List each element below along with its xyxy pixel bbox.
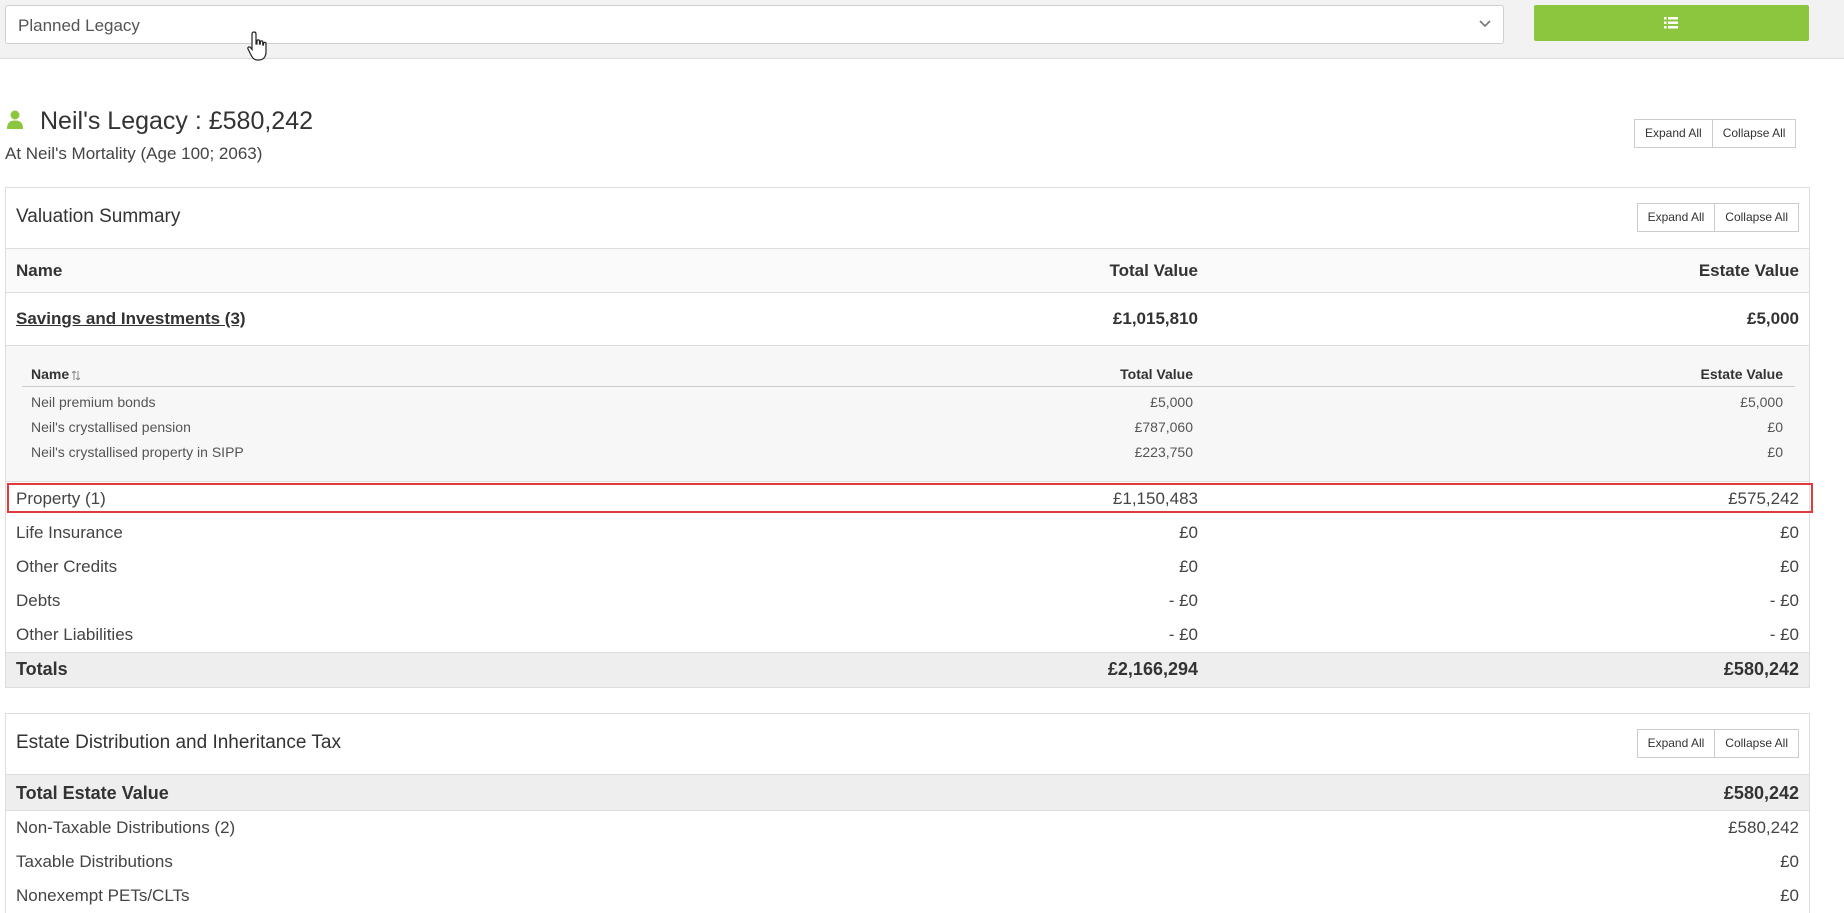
valuation-summary-panel: Valuation Summary Expand All Collapse Al… — [5, 187, 1810, 688]
nonexempt-pets-clts-row: Nonexempt PETs/CLTs £0 — [6, 879, 1809, 913]
expand-all-button[interactable]: Expand All — [1636, 729, 1716, 758]
sub-row-estate: £5,000 — [1740, 394, 1783, 410]
total-estate-value-label: Total Estate Value — [16, 783, 169, 803]
table-row: Neil premium bonds £5,000 £5,000 — [22, 394, 1795, 419]
row-name: Non-Taxable Distributions (2) — [16, 818, 236, 837]
sub-col-name-label: Name — [31, 366, 70, 382]
totals-label: Totals — [16, 659, 68, 679]
row-name: Nonexempt PETs/CLTs — [16, 886, 190, 905]
row-name: Property (1) — [16, 489, 106, 508]
row-total: - £0 — [1168, 625, 1198, 644]
sub-col-name[interactable]: Name — [31, 366, 81, 382]
sub-row-name: Neil's crystallised property in SIPP — [31, 444, 244, 460]
row-value: £580,242 — [1728, 818, 1799, 837]
valuation-summary-title: Valuation Summary — [16, 206, 181, 227]
total-estate-value-row: Total Estate Value £580,242 — [6, 775, 1809, 811]
list-menu-button[interactable] — [1534, 5, 1809, 41]
row-name: Debts — [16, 591, 61, 610]
row-value: £0 — [1780, 852, 1799, 871]
page-subtitle: At Neil's Mortality (Age 100; 2063) — [5, 144, 263, 163]
sub-row-estate: £0 — [1767, 419, 1783, 435]
sub-row-total: £223,750 — [1134, 444, 1193, 460]
table-row: Neil's crystallised pension £787,060 £0 — [22, 419, 1795, 444]
scenario-select[interactable]: Planned Legacy — [5, 5, 1504, 44]
estate-distribution-header: Estate Distribution and Inheritance Tax … — [6, 714, 1809, 775]
other-liabilities-row: Other Liabilities - £0 - £0 — [6, 618, 1809, 652]
row-value: £0 — [1780, 886, 1799, 905]
row-total: £0 — [1179, 557, 1198, 576]
valuation-summary-header: Valuation Summary Expand All Collapse Al… — [6, 188, 1809, 249]
top-bar: Planned Legacy — [0, 0, 1844, 59]
life-insurance-row: Life Insurance £0 £0 — [6, 516, 1809, 550]
sub-row-name: Neil's crystallised pension — [31, 419, 191, 435]
row-estate: £0 — [1780, 557, 1799, 576]
estate-distribution-panel: Estate Distribution and Inheritance Tax … — [5, 713, 1810, 913]
col-total-value: Total Value — [1109, 261, 1199, 280]
non-taxable-distributions-row[interactable]: Non-Taxable Distributions (2) £580,242 — [6, 811, 1809, 845]
estate-distribution-title: Estate Distribution and Inheritance Tax — [16, 732, 341, 753]
sub-row-estate: £0 — [1767, 444, 1783, 460]
sub-row-name: Neil premium bonds — [31, 394, 156, 410]
collapse-all-button[interactable]: Collapse All — [1712, 119, 1797, 148]
sub-col-total-value: Total Value — [1120, 366, 1193, 382]
col-name: Name — [16, 261, 63, 280]
legacy-expand-collapse-group: Expand All Collapse All — [1634, 119, 1797, 148]
debts-row: Debts - £0 - £0 — [6, 584, 1809, 618]
savings-estate-value: £5,000 — [1747, 309, 1799, 328]
row-name: Other Liabilities — [16, 625, 134, 644]
collapse-all-button[interactable]: Collapse All — [1715, 729, 1799, 758]
other-credits-row: Other Credits £0 £0 — [6, 550, 1809, 584]
row-total: - £0 — [1168, 591, 1198, 610]
savings-investments-link[interactable]: Savings and Investments (3) — [16, 309, 246, 329]
collapse-all-button[interactable]: Collapse All — [1715, 203, 1799, 232]
savings-investments-row[interactable]: Savings and Investments (3) £1,015,810 £… — [6, 293, 1809, 346]
person-icon — [7, 110, 23, 129]
valuation-expand-collapse-group: Expand All Collapse All — [1636, 203, 1799, 232]
expand-all-button[interactable]: Expand All — [1636, 203, 1716, 232]
taxable-distributions-row: Taxable Distributions £0 — [6, 845, 1809, 879]
row-name: Life Insurance — [16, 523, 123, 542]
row-name: Other Credits — [16, 557, 118, 576]
expand-all-button[interactable]: Expand All — [1634, 119, 1713, 148]
totals-row: Totals £2,166,294 £580,242 — [6, 652, 1809, 687]
savings-detail-table: Name Total Value Estate Value Neil premi… — [6, 346, 1809, 482]
row-estate: £575,242 — [1728, 489, 1799, 508]
row-total: £0 — [1179, 523, 1198, 542]
savings-detail-header: Name Total Value Estate Value — [22, 364, 1795, 387]
scenario-select-value: Planned Legacy — [18, 16, 140, 35]
valuation-table-header: Name Total Value Estate Value — [6, 249, 1809, 293]
row-estate: - £0 — [1769, 591, 1799, 610]
chevron-down-icon — [1479, 20, 1491, 28]
sub-row-total: £5,000 — [1150, 394, 1193, 410]
hand-cursor-icon — [247, 31, 267, 61]
row-estate: - £0 — [1769, 625, 1799, 644]
table-row: Neil's crystallised property in SIPP £22… — [22, 444, 1795, 469]
sub-row-total: £787,060 — [1134, 419, 1193, 435]
totals-estate-value: £580,242 — [1723, 659, 1799, 679]
property-row[interactable]: Property (1) £1,150,483 £575,242 — [6, 482, 1809, 516]
savings-total-value: £1,015,810 — [1112, 309, 1198, 328]
sort-icon — [72, 370, 81, 380]
row-estate: £0 — [1780, 523, 1799, 542]
list-icon — [1664, 17, 1678, 29]
row-total: £1,150,483 — [1112, 489, 1198, 508]
page-title: Neil's Legacy : £580,242 — [40, 107, 314, 135]
total-estate-value-amount: £580,242 — [1723, 783, 1799, 803]
row-name: Taxable Distributions — [16, 852, 173, 871]
totals-total-value: £2,166,294 — [1107, 659, 1198, 679]
sub-col-estate-value: Estate Value — [1700, 366, 1784, 382]
col-estate-value: Estate Value — [1698, 261, 1799, 280]
estate-expand-collapse-group: Expand All Collapse All — [1636, 729, 1799, 758]
